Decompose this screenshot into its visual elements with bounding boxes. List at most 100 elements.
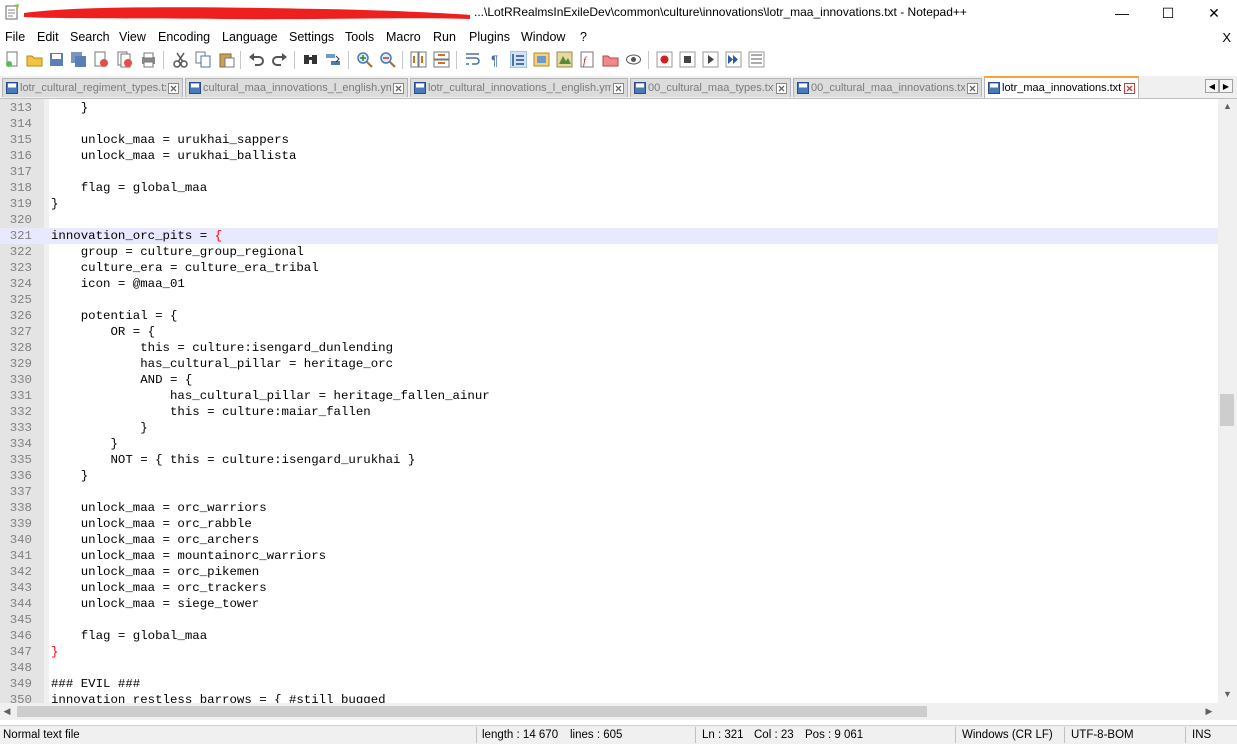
paste-icon[interactable]	[218, 51, 235, 68]
maximize-button[interactable]: ☐	[1145, 0, 1191, 26]
code-line[interactable]: 316 unlock_maa = urukhai_ballista	[0, 148, 1218, 164]
tab-cultural-maa-innovations-l-english[interactable]: cultural_maa_innovations_l_english.yml	[185, 78, 408, 97]
code-line[interactable]: 336 }	[0, 468, 1218, 484]
menu-macro[interactable]: Macro	[386, 30, 421, 44]
code-line[interactable]: 322 group = culture_group_regional	[0, 244, 1218, 260]
menu-view[interactable]: View	[119, 30, 146, 44]
tab-00-cultural-maa-innovations[interactable]: 00_cultural_maa_innovations.txt	[793, 78, 982, 97]
code-line[interactable]: 334 }	[0, 436, 1218, 452]
menu-tools[interactable]: Tools	[345, 30, 374, 44]
code-line[interactable]: 326 potential = {	[0, 308, 1218, 324]
code-line[interactable]: 327 OR = {	[0, 324, 1218, 340]
tab-scroll-left-icon[interactable]: ◀	[1205, 79, 1219, 93]
code-line[interactable]: 340 unlock_maa = orc_archers	[0, 532, 1218, 548]
code-line[interactable]: 330 AND = {	[0, 372, 1218, 388]
code-line[interactable]: 321 innovation_orc_pits = {	[0, 228, 1218, 244]
scroll-up-icon[interactable]: ▲	[1218, 99, 1237, 113]
vertical-scroll-thumb[interactable]	[1220, 394, 1234, 426]
code-line[interactable]: 337	[0, 484, 1218, 500]
tab-lotr-cultural-innovations-l-english[interactable]: lotr_cultural_innovations_l_english.yml	[410, 78, 628, 97]
code-line[interactable]: 339 unlock_maa = orc_rabble	[0, 516, 1218, 532]
code-line[interactable]: 348	[0, 660, 1218, 676]
tab-00-cultural-maa-types[interactable]: 00_cultural_maa_types.txt	[630, 78, 791, 97]
code-line[interactable]: 335 NOT = { this = culture:isengard_uruk…	[0, 452, 1218, 468]
menu-language[interactable]: Language	[222, 30, 278, 44]
code-line[interactable]: 325	[0, 292, 1218, 308]
sync-vertical-icon[interactable]	[410, 51, 427, 68]
cut-icon[interactable]	[172, 51, 189, 68]
play-macro-icon[interactable]	[702, 51, 719, 68]
show-all-chars-icon[interactable]: ¶	[487, 51, 504, 68]
code-line[interactable]: 350 innovation_restless_barrows = { #stil…	[0, 692, 1218, 703]
code-line[interactable]: 341 unlock_maa = mountainorc_warriors	[0, 548, 1218, 564]
tab-close-icon[interactable]	[393, 82, 404, 94]
word-wrap-icon[interactable]	[464, 51, 481, 68]
menu-run[interactable]: Run	[433, 30, 456, 44]
menu-encoding[interactable]: Encoding	[158, 30, 210, 44]
horizontal-scrollbar[interactable]: ◀ ▶	[0, 703, 1218, 720]
code-line[interactable]: 328 this = culture:isengard_dunlending	[0, 340, 1218, 356]
menu-edit[interactable]: Edit	[37, 30, 59, 44]
tab-close-icon[interactable]	[776, 82, 787, 94]
sync-horizontal-icon[interactable]	[433, 51, 450, 68]
record-macro-icon[interactable]	[656, 51, 673, 68]
editor[interactable]: 313 } 314 315 unlock_maa = urukhai_sappers…	[0, 99, 1218, 703]
replace-icon[interactable]	[325, 51, 342, 68]
scroll-down-icon[interactable]: ▼	[1218, 687, 1237, 701]
horizontal-scroll-thumb[interactable]	[17, 706, 927, 717]
close-document-button[interactable]: X	[1222, 30, 1231, 45]
code-line[interactable]: 343 unlock_maa = orc_trackers	[0, 580, 1218, 596]
scroll-right-icon[interactable]: ▶	[1202, 703, 1216, 720]
tab-close-icon[interactable]	[967, 82, 978, 94]
code-line[interactable]: 345	[0, 612, 1218, 628]
undo-icon[interactable]	[248, 51, 265, 68]
new-file-icon[interactable]	[4, 51, 21, 68]
close-icon[interactable]	[92, 51, 109, 68]
tab-close-icon[interactable]	[613, 82, 624, 94]
close-window-button[interactable]: ✕	[1191, 0, 1237, 26]
menu-plugins[interactable]: Plugins	[469, 30, 510, 44]
find-icon[interactable]	[302, 51, 319, 68]
print-icon[interactable]	[140, 51, 157, 68]
menu-window[interactable]: Window	[521, 30, 565, 44]
code-line[interactable]: 313 }	[0, 100, 1218, 116]
menu-file[interactable]: File	[5, 30, 25, 44]
code-line[interactable]: 318 flag = global_maa	[0, 180, 1218, 196]
menu-settings[interactable]: Settings	[289, 30, 334, 44]
doc-map-icon[interactable]	[556, 51, 573, 68]
zoom-out-icon[interactable]	[379, 51, 396, 68]
run-macro-multiple-icon[interactable]	[725, 51, 742, 68]
code-line[interactable]: 314	[0, 116, 1218, 132]
code-line[interactable]: 329 has_cultural_pillar = heritage_orc	[0, 356, 1218, 372]
function-list-icon[interactable]: f	[579, 51, 596, 68]
code-line[interactable]: 317	[0, 164, 1218, 180]
tab-lotr-maa-innovations[interactable]: lotr_maa_innovations.txt	[984, 76, 1139, 98]
menu-help[interactable]: ?	[580, 30, 587, 44]
tab-lotr-cultural-regiment-types[interactable]: lotr_cultural_regiment_types.txt	[2, 78, 183, 97]
indent-guide-icon[interactable]	[510, 51, 527, 68]
code-line[interactable]: 346 flag = global_maa	[0, 628, 1218, 644]
tab-close-icon[interactable]	[168, 82, 179, 94]
tab-scroll-right-icon[interactable]: ▶	[1219, 79, 1233, 93]
code-line[interactable]: 338 unlock_maa = orc_warriors	[0, 500, 1218, 516]
tab-close-icon[interactable]	[1124, 82, 1135, 94]
minimize-button[interactable]: —	[1099, 0, 1145, 26]
code-line[interactable]: 347}	[0, 644, 1218, 660]
udl-icon[interactable]	[533, 51, 550, 68]
vertical-scrollbar[interactable]: ▲ ▼	[1218, 99, 1237, 703]
redo-icon[interactable]	[271, 51, 288, 68]
menu-search[interactable]: Search	[70, 30, 110, 44]
code-line[interactable]: 320	[0, 212, 1218, 228]
copy-icon[interactable]	[195, 51, 212, 68]
code-line[interactable]: 331 has_cultural_pillar = heritage_falle…	[0, 388, 1218, 404]
code-line[interactable]: 319}	[0, 196, 1218, 212]
code-line[interactable]: 349 ### EVIL ###	[0, 676, 1218, 692]
open-file-icon[interactable]	[26, 51, 43, 68]
zoom-in-icon[interactable]	[356, 51, 373, 68]
scroll-left-icon[interactable]: ◀	[0, 703, 14, 720]
code-line[interactable]: 342 unlock_maa = orc_pikemen	[0, 564, 1218, 580]
close-all-icon[interactable]	[116, 51, 133, 68]
save-all-icon[interactable]	[70, 51, 87, 68]
save-macro-icon[interactable]	[748, 51, 765, 68]
stop-record-icon[interactable]	[679, 51, 696, 68]
